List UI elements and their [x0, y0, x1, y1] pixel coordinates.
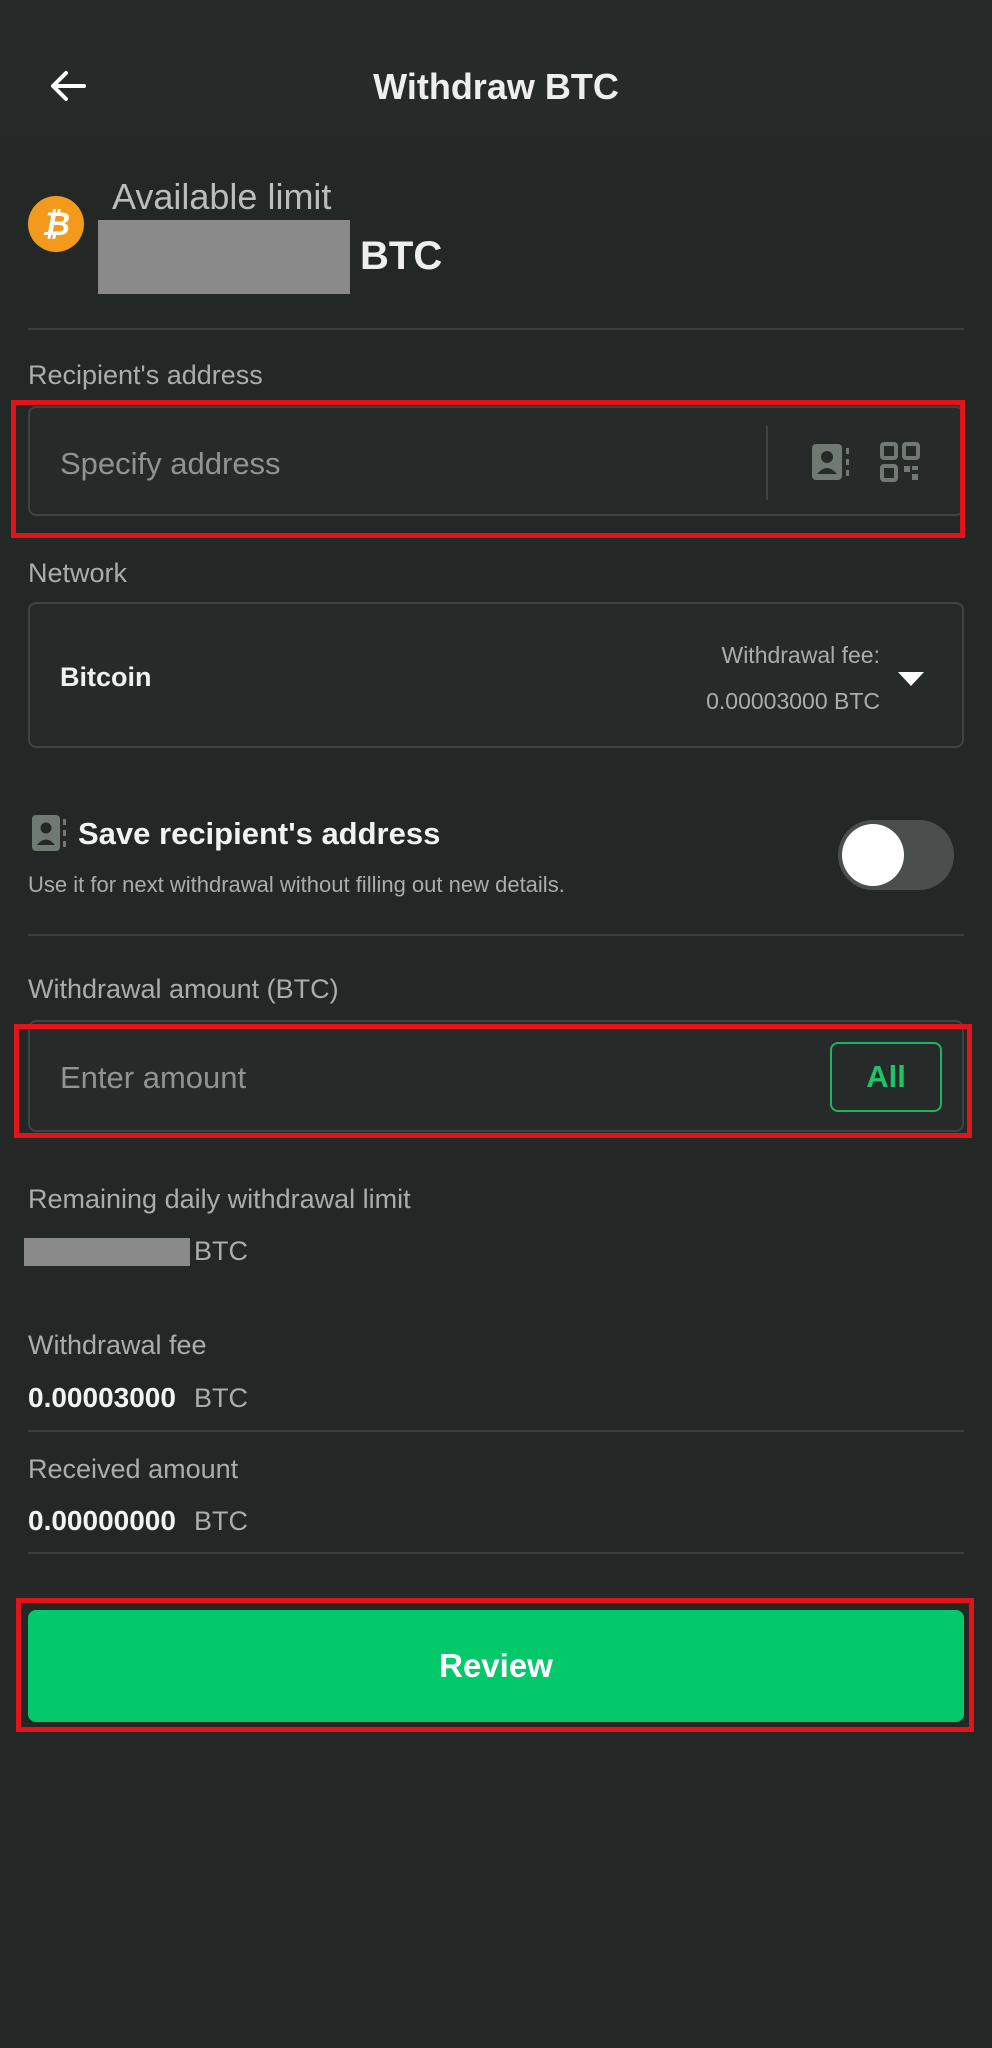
- toggle-knob: [842, 824, 904, 886]
- available-limit-unit: BTC: [360, 234, 443, 278]
- input-separator: [766, 426, 768, 500]
- review-button[interactable]: Review: [28, 1610, 964, 1722]
- received-amount-unit: BTC: [194, 1506, 248, 1536]
- redacted-available-amount: [98, 220, 350, 294]
- save-address-toggle[interactable]: [838, 820, 954, 890]
- divider: [28, 1430, 964, 1432]
- divider: [28, 934, 964, 936]
- divider: [28, 328, 964, 330]
- network-label: Network: [28, 558, 128, 588]
- save-address-description: Use it for next withdrawal without filli…: [28, 872, 565, 897]
- redacted-remaining-limit: [24, 1238, 190, 1266]
- all-amount-button[interactable]: All: [830, 1042, 942, 1112]
- network-fee-label: Withdrawal fee:: [721, 642, 880, 668]
- received-amount-value: 0.00000000: [28, 1505, 176, 1536]
- network-selected-value: Bitcoin: [60, 662, 152, 692]
- withdrawal-amount-placeholder: Enter amount: [60, 1060, 247, 1095]
- page-title: Withdraw BTC: [373, 66, 619, 107]
- network-fee-value: 0.00003000 BTC: [706, 688, 880, 714]
- network-select[interactable]: Bitcoin Withdrawal fee: 0.00003000 BTC: [28, 602, 964, 748]
- qr-scan-icon[interactable]: [878, 440, 922, 484]
- recipient-address-label: Recipient's address: [28, 360, 263, 390]
- withdrawal-amount-input[interactable]: Enter amount All: [28, 1020, 964, 1132]
- address-book-icon: [32, 815, 66, 851]
- withdrawal-fee-value: 0.00003000: [28, 1382, 176, 1413]
- chevron-down-icon: [898, 672, 924, 686]
- recipient-address-input[interactable]: Specify address: [28, 406, 964, 516]
- available-limit-label: Available limit: [112, 176, 332, 217]
- received-amount-label: Received amount: [28, 1454, 239, 1484]
- bitcoin-icon: ₿: [28, 196, 84, 252]
- withdrawal-fee-unit: BTC: [194, 1383, 248, 1413]
- withdrawal-fee-label: Withdrawal fee: [28, 1330, 207, 1360]
- remaining-limit-unit: BTC: [194, 1236, 248, 1266]
- divider: [28, 1552, 964, 1554]
- address-book-icon[interactable]: [808, 440, 852, 484]
- app-header: Withdraw BTC: [0, 0, 992, 136]
- withdrawal-amount-label: Withdrawal amount (BTC): [28, 974, 339, 1004]
- remaining-limit-label: Remaining daily withdrawal limit: [28, 1184, 411, 1214]
- recipient-address-placeholder: Specify address: [60, 446, 281, 481]
- save-address-title: Save recipient's address: [78, 816, 441, 851]
